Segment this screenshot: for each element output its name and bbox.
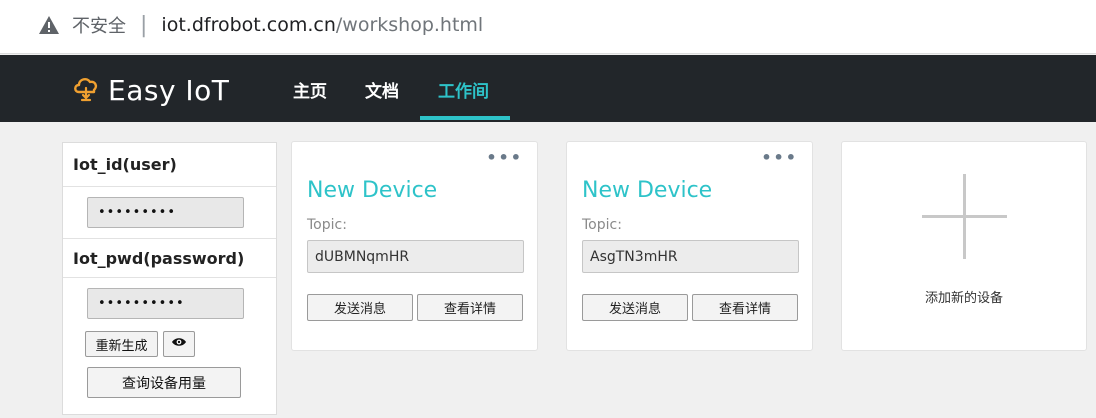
device-name[interactable]: New Device	[582, 178, 712, 203]
url-host[interactable]: iot.dfrobot.com.cn	[161, 14, 335, 36]
topic-label: Topic:	[582, 217, 622, 233]
credentials-panel: Iot_id(user) ••••••••• Iot_pwd(password)…	[62, 142, 277, 415]
more-options-icon[interactable]: •••	[761, 148, 798, 167]
device-name[interactable]: New Device	[307, 178, 437, 203]
cloud-logo-icon	[72, 73, 100, 107]
query-usage-button[interactable]: 查询设备用量	[87, 367, 241, 398]
security-status[interactable]: 不安全	[72, 12, 126, 38]
iot-pwd-label: Iot_pwd(password)	[63, 239, 276, 278]
view-details-button[interactable]: 查看详情	[692, 294, 798, 321]
url-path[interactable]: /workshop.html	[336, 14, 483, 36]
toggle-visibility-button[interactable]	[163, 331, 195, 357]
add-device-card[interactable]: 添加新的设备	[841, 141, 1087, 351]
send-message-button[interactable]: 发送消息	[582, 294, 688, 321]
nav-docs[interactable]: 文档	[365, 77, 399, 102]
nav-workshop[interactable]: 工作间	[438, 77, 489, 102]
view-details-button[interactable]: 查看详情	[417, 294, 523, 321]
browser-address-bar: 不安全 | iot.dfrobot.com.cn/workshop.html	[0, 0, 1096, 54]
topic-label: Topic:	[307, 217, 347, 233]
warning-icon[interactable]	[36, 13, 62, 37]
iot-id-field[interactable]: •••••••••	[87, 197, 244, 228]
regenerate-button[interactable]: 重新生成	[85, 331, 158, 357]
top-navbar: Easy IoT 主页 文档 工作间	[0, 55, 1096, 122]
device-card: ••• New Device Topic: dUBMNqmHR 发送消息 查看详…	[291, 141, 538, 351]
send-message-button[interactable]: 发送消息	[307, 294, 413, 321]
topic-field[interactable]: AsgTN3mHR	[582, 240, 799, 273]
iot-pwd-area: •••••••••• 重新生成 查询设备用量	[63, 278, 276, 410]
url-separator: |	[140, 12, 148, 38]
nav-home[interactable]: 主页	[293, 77, 327, 102]
brand-logo[interactable]: Easy IoT	[72, 73, 229, 107]
add-device-label: 添加新的设备	[924, 291, 1003, 306]
nav-active-indicator	[420, 116, 510, 120]
iot-pwd-field[interactable]: ••••••••••	[87, 288, 244, 319]
more-options-icon[interactable]: •••	[486, 148, 523, 167]
eye-icon	[171, 336, 187, 352]
topic-field[interactable]: dUBMNqmHR	[307, 240, 524, 273]
iot-id-label: Iot_id(user)	[63, 143, 276, 187]
iot-id-row: •••••••••	[63, 187, 276, 239]
omnibox[interactable]: 不安全 | iot.dfrobot.com.cn/workshop.html	[12, 4, 1096, 46]
brand-name: Easy IoT	[108, 73, 230, 107]
device-card: ••• New Device Topic: AsgTN3mHR 发送消息 查看详…	[566, 141, 813, 351]
